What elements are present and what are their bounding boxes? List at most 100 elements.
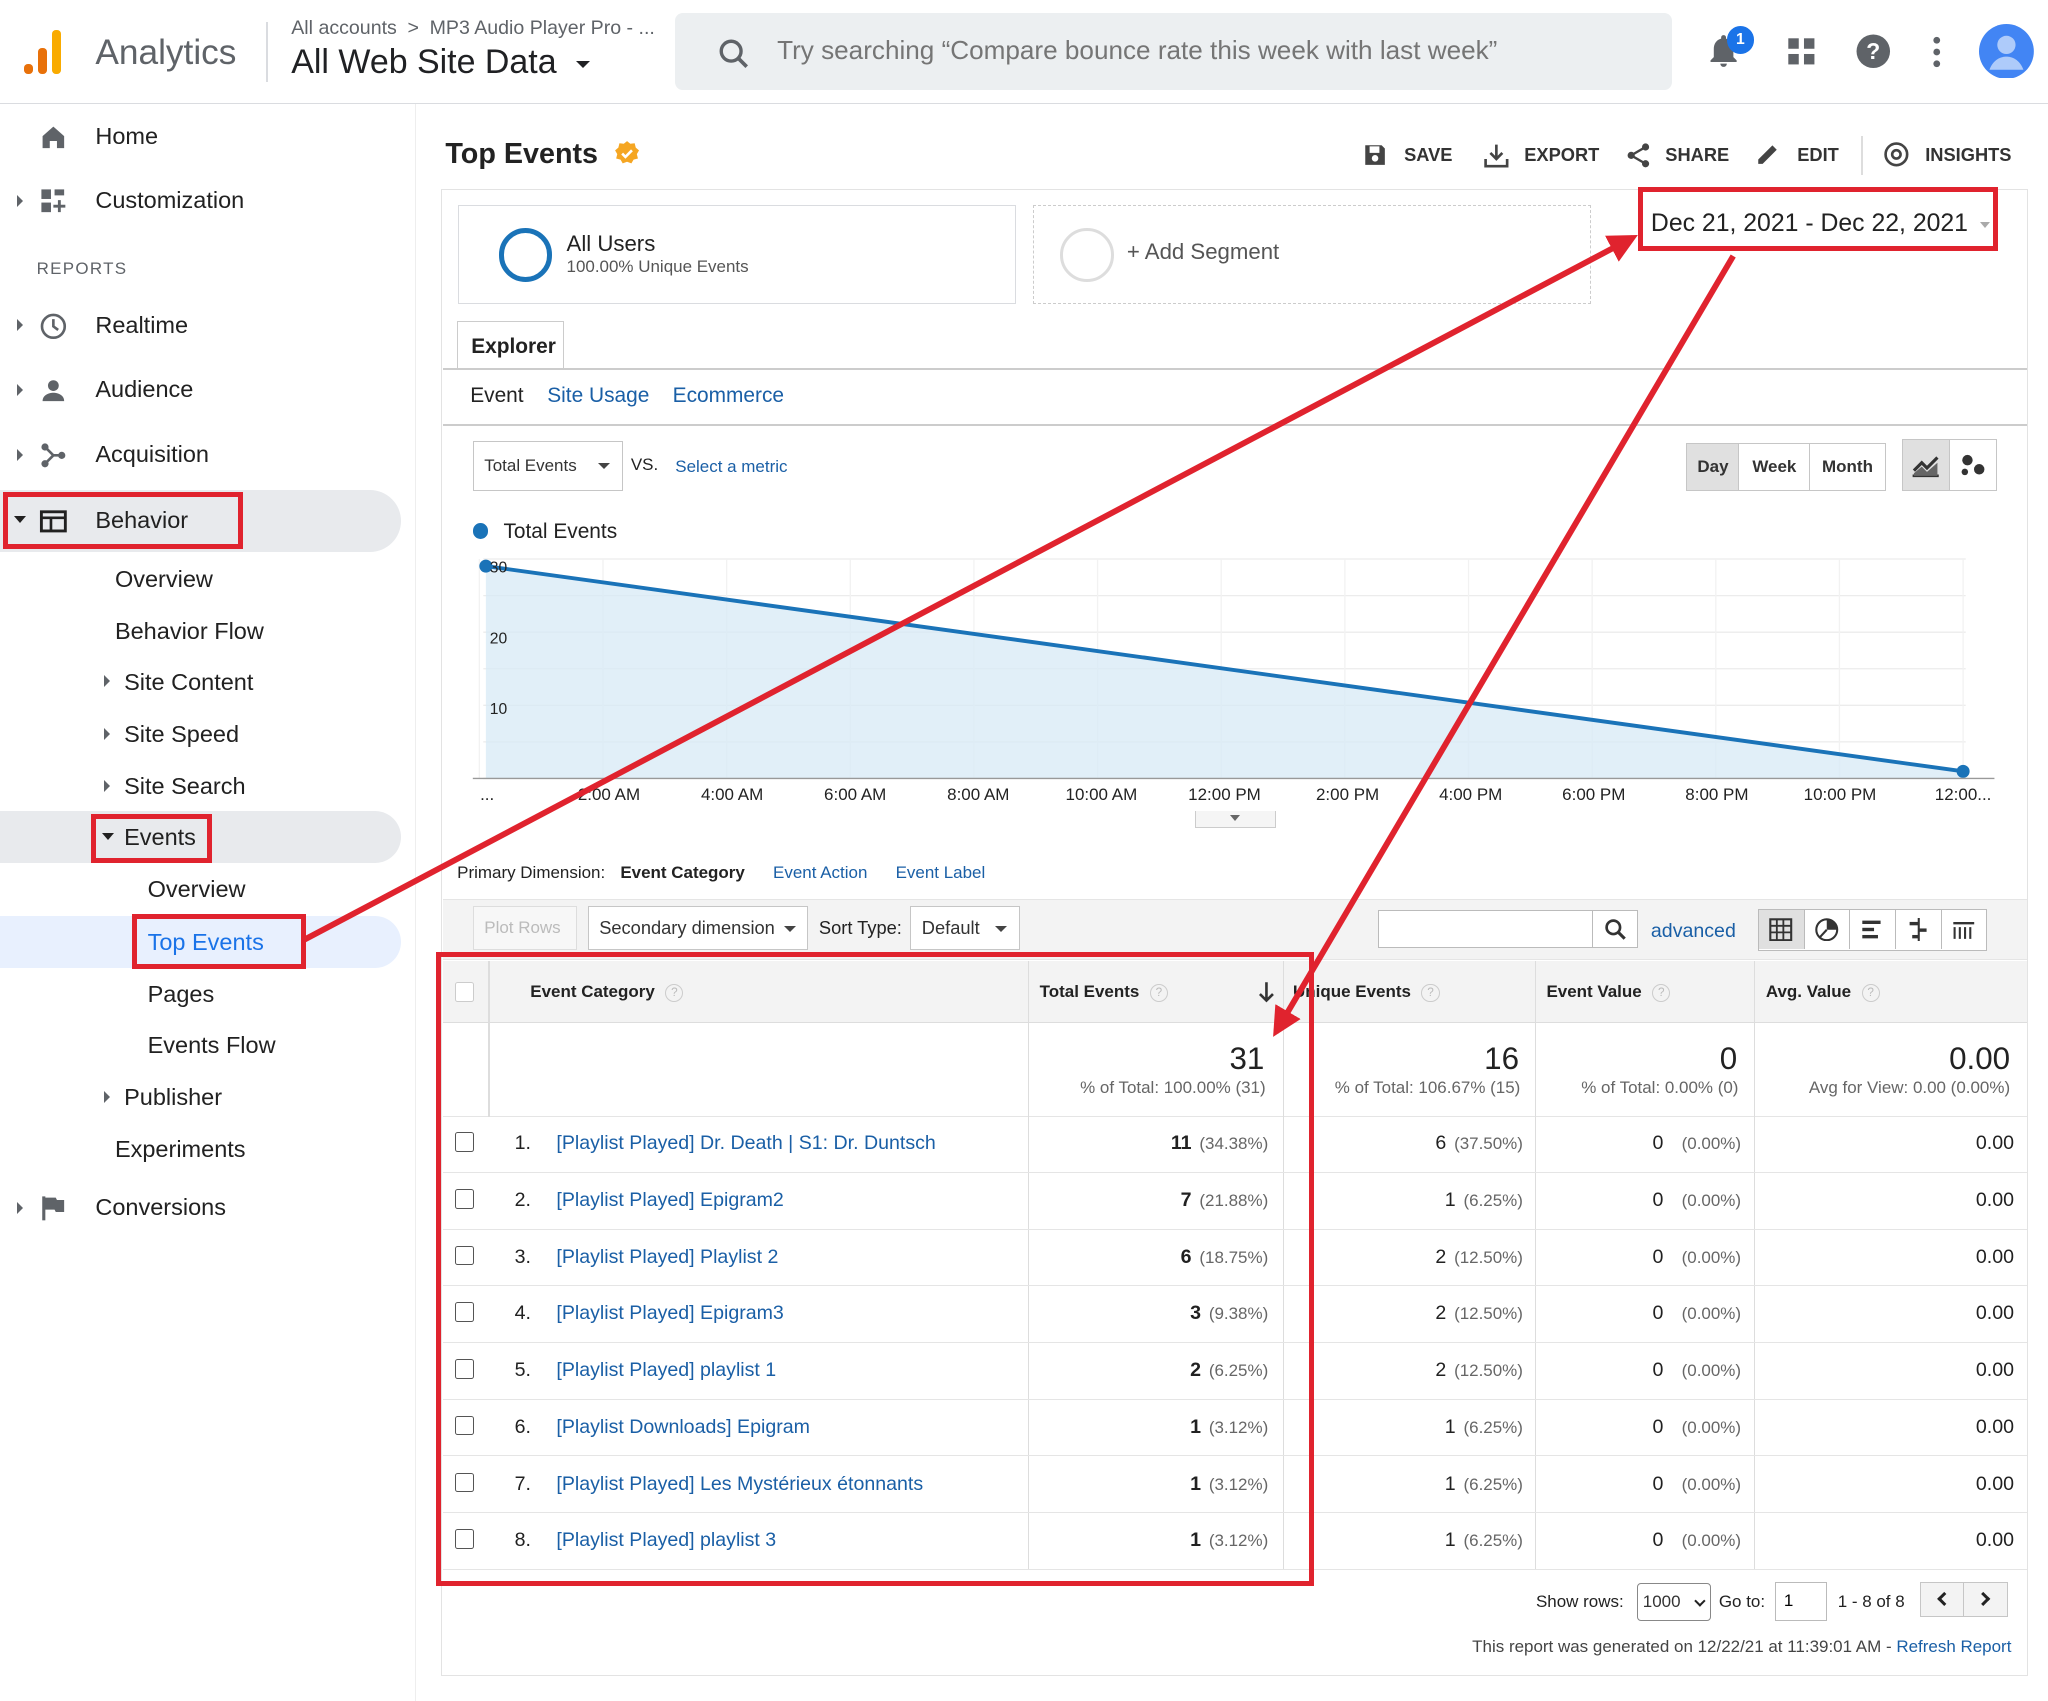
total-events-value: 1 — [1190, 1472, 1201, 1495]
total-events-total-sub: % of Total: 100.00% (31) — [1080, 1077, 1266, 1097]
table-row: 1. [Playlist Played] Dr. Death | S1: Dr. … — [442, 1117, 2028, 1173]
x-tick-label: 12:00 PM — [1188, 784, 1261, 804]
event-value-percent: (0.00%) — [1681, 1134, 1742, 1154]
x-tick-label: 10:00 AM — [1065, 784, 1138, 804]
total-events-cell: 11 (34.38%) — [1171, 1132, 1268, 1155]
sidebar-item-label: Conversions — [95, 1193, 226, 1220]
y-tick-label: 10 — [490, 701, 508, 718]
table-grid-icon — [1769, 918, 1793, 942]
event-category-link[interactable]: [Playlist Played] Dr. Death | S1: Dr. Du… — [556, 1132, 935, 1155]
data-point[interactable] — [1956, 764, 1970, 778]
report-generated-note: This report was generated on 12/22/21 at… — [1472, 1637, 2011, 1657]
plot-rows-button[interactable]: Plot Rows — [472, 906, 578, 950]
chevron-left-icon — [1936, 1591, 1952, 1607]
table-row: 7. [Playlist Played] Les Mystérieux étonn… — [442, 1457, 2028, 1513]
row-checkbox[interactable] — [454, 1529, 475, 1549]
sidebar-item-events-flow[interactable]: Events Flow — [148, 1032, 276, 1059]
row-checkbox[interactable] — [454, 1415, 475, 1436]
event-value-value: 0 — [1652, 1415, 1664, 1438]
avg-value-cell: 0.00 — [1975, 1472, 2015, 1495]
event-category-link[interactable]: [Playlist Downloads] Epigram — [556, 1416, 810, 1439]
row-checkbox[interactable] — [454, 1472, 475, 1493]
unique-events-value: 1 — [1444, 1415, 1456, 1438]
header-event-value[interactable]: Event Value? — [1546, 982, 1671, 1002]
x-tick-label: 2:00 AM — [577, 784, 641, 804]
sort-descending-icon[interactable] — [1256, 981, 1277, 1005]
dimension-event-category[interactable]: Event Category — [620, 863, 744, 882]
sidebar-item-experiments[interactable]: Experiments — [115, 1136, 246, 1163]
help-icon[interactable]: ? — [1149, 983, 1169, 1002]
event-category-link[interactable]: [Playlist Played] playlist 3 — [556, 1529, 776, 1552]
sidebar-item-top-events[interactable]: Top Events — [148, 929, 264, 956]
row-checkbox[interactable] — [454, 1132, 475, 1152]
table-filter-input[interactable] — [1378, 911, 1591, 947]
pagination-range: 1 - 8 of 8 — [1837, 1592, 1905, 1612]
unique-events-percent: (6.25%) — [1463, 1474, 1523, 1494]
sidebar-item-pages[interactable]: Pages — [148, 981, 215, 1008]
unique-events-value: 1 — [1444, 1529, 1456, 1552]
unique-events-value: 2 — [1435, 1245, 1447, 1268]
advanced-filter-link[interactable]: advanced — [1651, 920, 1736, 943]
dimension-event-label[interactable]: Event Label — [896, 863, 986, 882]
event-value-cell: 0 (0.00%) — [1652, 1132, 1741, 1155]
view-pie-button[interactable] — [1805, 910, 1851, 950]
view-performance-button[interactable] — [1850, 910, 1897, 950]
header-avg-value[interactable]: Avg. Value? — [1766, 982, 1880, 1002]
refresh-report-link[interactable]: Refresh Report — [1896, 1637, 2011, 1656]
x-tick-label: 10:00 PM — [1803, 784, 1877, 804]
header-unique-events[interactable]: Unique Events? — [1293, 982, 1440, 1002]
view-table-button[interactable] — [1759, 910, 1805, 950]
help-icon[interactable]: ? — [665, 983, 684, 1002]
help-icon[interactable]: ? — [1861, 983, 1880, 1002]
chart-resize-handle[interactable] — [1195, 811, 1277, 829]
help-icon[interactable]: ? — [1652, 983, 1671, 1002]
next-page-button[interactable] — [1963, 1581, 2008, 1617]
total-events-value: 2 — [1190, 1359, 1201, 1382]
chevron-down-icon — [1230, 815, 1241, 821]
filter-search-button[interactable] — [1591, 911, 1638, 947]
event-value-value: 0 — [1652, 1529, 1664, 1552]
row-number: 5. — [514, 1359, 531, 1382]
event-category-link[interactable]: [Playlist Played] playlist 1 — [556, 1359, 776, 1382]
x-tick-label: 6:00 PM — [1562, 784, 1626, 804]
unique-events-percent: (12.50%) — [1454, 1304, 1523, 1324]
event-value-value: 0 — [1652, 1359, 1664, 1382]
avg-value-total-sub: Avg for View: 0.00 (0.00%) — [1808, 1077, 2011, 1097]
search-icon — [1605, 918, 1627, 940]
show-rows-label: Show rows: — [1535, 1592, 1624, 1612]
dimension-event-action[interactable]: Event Action — [773, 863, 867, 882]
event-value-value: 0 — [1652, 1245, 1664, 1268]
row-number: 3. — [514, 1245, 531, 1268]
view-pivot-button[interactable] — [1942, 910, 1988, 949]
row-checkbox[interactable] — [454, 1245, 475, 1266]
avg-value-cell: 0.00 — [1975, 1415, 2015, 1438]
unique-events-percent: (6.25%) — [1463, 1531, 1523, 1551]
row-checkbox[interactable] — [454, 1359, 475, 1379]
event-category-link[interactable]: [Playlist Played] Les Mystérieux étonnan… — [556, 1473, 923, 1496]
unique-events-percent: (6.25%) — [1463, 1417, 1523, 1437]
sort-type-select[interactable]: Default — [910, 906, 1021, 950]
event-value-value: 0 — [1652, 1472, 1664, 1495]
row-checkbox[interactable] — [454, 1302, 475, 1323]
row-checkbox[interactable] — [454, 1189, 475, 1209]
select-all-checkbox[interactable] — [454, 982, 475, 1002]
prev-page-button[interactable] — [1919, 1581, 1965, 1617]
sidebar-item-events-overview[interactable]: Overview — [148, 876, 246, 903]
help-icon[interactable]: ? — [1421, 983, 1440, 1002]
unique-events-cell: 1 (6.25%) — [1445, 1416, 1523, 1439]
secondary-dimension-select[interactable]: Secondary dimension — [587, 906, 809, 950]
event-category-link[interactable]: [Playlist Played] Playlist 2 — [556, 1246, 778, 1269]
header-label: Total Events — [1039, 982, 1140, 1002]
event-value-percent: (0.00%) — [1681, 1191, 1742, 1211]
header-event-category[interactable]: Event Category? — [530, 982, 684, 1002]
event-category-link[interactable]: [Playlist Played] Epigram3 — [556, 1302, 783, 1325]
show-rows-select[interactable]: 1000 — [1636, 1583, 1711, 1621]
goto-page-input[interactable] — [1775, 1581, 1828, 1621]
event-category-link[interactable]: [Playlist Played] Epigram2 — [556, 1189, 783, 1212]
total-events-value: 11 — [1170, 1132, 1192, 1155]
table-filter[interactable] — [1377, 910, 1638, 949]
header-total-events[interactable]: Total Events? — [1039, 982, 1169, 1002]
x-tick-label: 2:00 PM — [1315, 784, 1380, 804]
view-comparison-button[interactable] — [1896, 910, 1942, 950]
x-tick-label: 12:00... — [1934, 784, 1992, 804]
